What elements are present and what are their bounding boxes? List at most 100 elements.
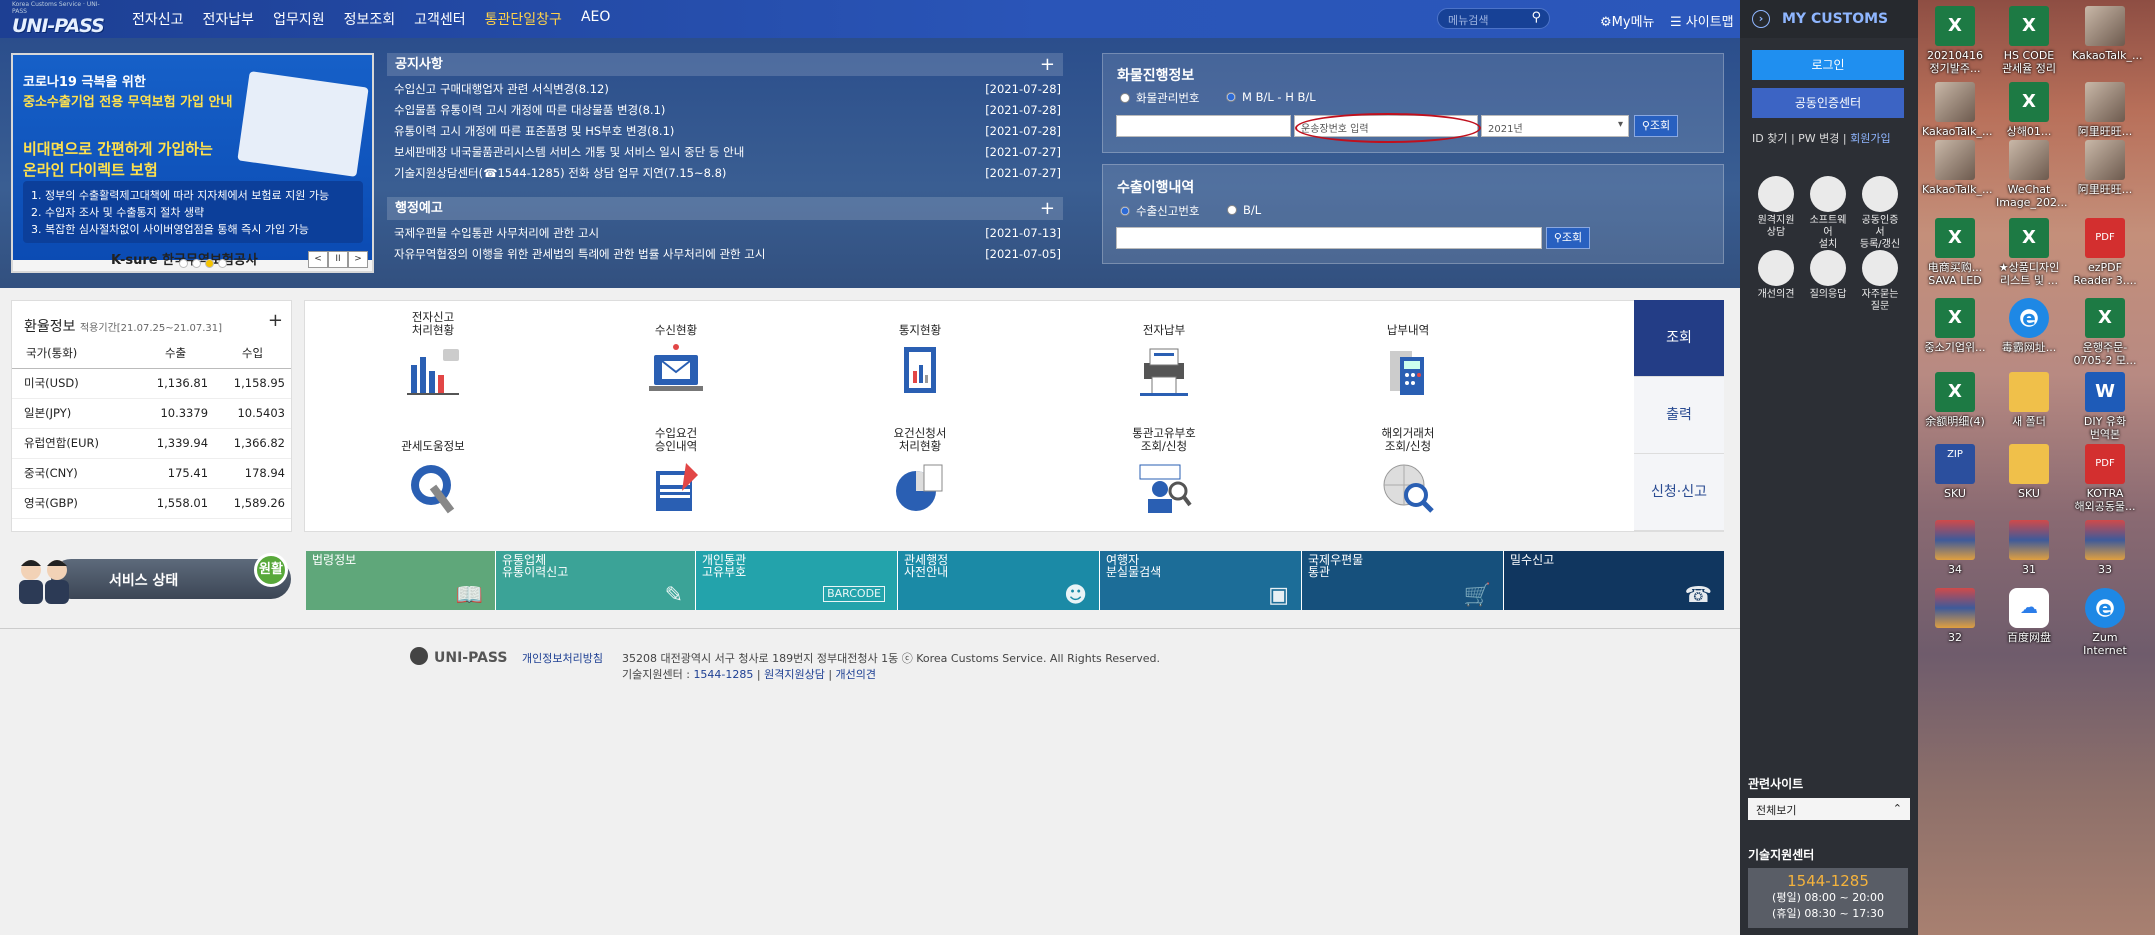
service-overseas-partner[interactable]: 해외거래처 조회/신청 [1338, 425, 1478, 517]
qna-shortcut[interactable]: 질의응답 [1806, 250, 1850, 301]
cert-register-shortcut[interactable]: 공동인증서 등록/갱신 [1858, 176, 1902, 251]
desktop-icon-excel[interactable]: X 电商买购... SAVA LED [1922, 218, 1988, 287]
pager-dot[interactable] [179, 259, 188, 268]
desktop-icon-photo[interactable]: KakaoTalk_... [1922, 82, 1992, 138]
notice-item[interactable]: 수입물품 유통이력 고시 개정에 따른 대상물품 변경(8.1) [2021-07… [387, 100, 1063, 121]
quick-link-distribution[interactable]: 유통업체 유통이력신고 ✎ [496, 551, 696, 610]
quick-link-postal[interactable]: 국제우편물 통관 🛒 [1302, 551, 1504, 610]
quick-link-personal-code[interactable]: 개인통관 고유부호 BARCODE [696, 551, 898, 610]
cargo-search-button[interactable]: ⚲조회 [1634, 115, 1678, 137]
desktop-icon-photo[interactable]: KakaoTalk_... [2072, 6, 2142, 62]
menu-item[interactable]: 고객센터 [414, 9, 466, 29]
exchange-more-button[interactable]: + [268, 310, 283, 331]
menu-search-input[interactable]: 메뉴검색 ⚲ [1437, 8, 1550, 29]
tab-apply[interactable]: 신청·신고 [1634, 454, 1724, 531]
desktop-icon-excel[interactable]: X 20210416 정기발주... [1922, 6, 1988, 75]
help-phone[interactable]: 1544-1285 [693, 668, 753, 681]
desktop-icon-thumb[interactable]: 34 [1922, 520, 1988, 576]
privacy-link[interactable]: 개인정보처리방침 [522, 650, 603, 666]
notice-more-button[interactable]: + [1040, 53, 1055, 76]
join-link[interactable]: 회원가입 [1850, 132, 1890, 145]
desktop-icon-thumb[interactable]: 33 [2072, 520, 2138, 576]
radio-bl[interactable]: M B/L - H B/L [1226, 90, 1316, 104]
radio-export-number[interactable]: 수출신고번호 [1120, 203, 1199, 219]
menu-item[interactable]: 업무지원 [273, 9, 325, 29]
my-customs-header[interactable]: › MY CUSTOMS [1740, 0, 1918, 38]
cert-center-button[interactable]: 공동인증센터 [1752, 88, 1904, 118]
login-button[interactable]: 로그인 [1752, 50, 1904, 80]
tab-inquiry[interactable]: 조회 [1634, 300, 1724, 377]
find-id-link[interactable]: ID 찾기 [1752, 132, 1787, 145]
desktop-icon-thumb[interactable]: 32 [1922, 588, 1988, 644]
desktop-icon-baidu[interactable]: ☁ 百度网盘 [1996, 588, 2062, 644]
desktop-icon-photo[interactable]: WeChat Image_202... [1996, 140, 2067, 209]
service-customs-code[interactable]: 통관고유부호 조회/신청 [1094, 425, 1234, 517]
quick-link-law[interactable]: 법령정보 📖 [306, 551, 496, 610]
notice-item[interactable]: 보세판매장 내국물품관리시스템 서비스 개통 및 서비스 일시 중단 등 안내 [… [387, 142, 1063, 163]
remote-support-shortcut[interactable]: 원격지원 상담 [1754, 176, 1798, 239]
desktop-icon-pdf[interactable]: PDF ezPDF Reader 3.... [2072, 218, 2138, 287]
desktop-icon-word[interactable]: W DIY 유화 번역본 [2072, 372, 2138, 441]
menu-item[interactable]: AEO [581, 9, 610, 29]
service-payment-history[interactable]: 납부내역 [1338, 309, 1478, 401]
pager-dot[interactable] [218, 259, 227, 268]
menu-item-single-window[interactable]: 통관단일창구 [485, 9, 562, 29]
pager-dot-active[interactable] [205, 259, 214, 268]
desktop-icon-pdf[interactable]: PDF KOTRA 해외공동물... [2072, 444, 2138, 513]
desktop-icon-excel[interactable]: X 운행주문- 0705-2 모... [2072, 298, 2138, 367]
admin-item[interactable]: 자유무역협정의 이행을 위한 관세법의 특례에 관한 법률 사무처리에 관한 고… [387, 244, 1063, 265]
suggestion-shortcut[interactable]: 개선의견 [1754, 250, 1798, 301]
desktop-icon-folder[interactable]: 새 폴더 [1996, 372, 2062, 428]
quick-link-advance-notice[interactable]: 관세행정 사전안내 ☻ [898, 551, 1100, 610]
service-edeclare-status[interactable]: 전자신고 처리현황 [363, 309, 503, 401]
faq-shortcut[interactable]: 자주묻는 질문 [1858, 250, 1902, 313]
related-sites-select[interactable]: 전체보기 ⌃ [1748, 798, 1910, 820]
quick-link-lost-items[interactable]: 여행자 분실물검색 ▣ [1100, 551, 1302, 610]
mbl-input[interactable] [1116, 115, 1291, 137]
service-receive-status[interactable]: 수신현황 [606, 309, 746, 401]
search-icon[interactable]: ⚲ [1531, 10, 1541, 25]
service-requirement-status[interactable]: 요건신청서 처리현황 [850, 425, 990, 517]
prev-button[interactable]: < [308, 251, 328, 268]
software-install-shortcut[interactable]: 소프트웨어 설치 [1806, 176, 1850, 251]
notice-item[interactable]: 기술지원상담센터(☎1544-1285) 전화 상담 업무 지연(7.15~8.… [387, 163, 1063, 184]
desktop-icon-zip[interactable]: ZIP SKU [1922, 444, 1988, 500]
desktop-icon-photo[interactable]: KakaoTalk_... [1922, 140, 1992, 196]
desktop-icon-excel[interactable]: X 余额明细(4) [1922, 372, 1988, 428]
promo-banner[interactable]: 코로나19 극복을 위한 중소수출기업 전용 무역보험 가입 안내 비대면으로 … [11, 53, 374, 273]
menu-item[interactable]: 정보조회 [344, 9, 396, 29]
desktop-icon-photo[interactable]: 阿里旺旺... [2072, 82, 2138, 138]
radio-cargo-number[interactable]: 화물관리번호 [1120, 90, 1199, 106]
my-menu-link[interactable]: ⚙My메뉴 [1600, 11, 1655, 30]
desktop-icon-ie[interactable]: e Zum Internet [2072, 588, 2138, 657]
desktop-icon-excel[interactable]: X 중소기업위... [1922, 298, 1988, 354]
year-select[interactable]: 2021년 ▾ [1481, 115, 1629, 137]
tab-print[interactable]: 출력 [1634, 377, 1724, 454]
pager-dot[interactable] [192, 259, 201, 268]
pause-button[interactable]: II [328, 251, 348, 268]
uni-pass-logo[interactable]: Korea Customs Service · UNI-PASS UNI-PAS… [12, 1, 105, 37]
desktop-icon-folder[interactable]: SKU [1996, 444, 2062, 500]
desktop-icon-photo[interactable]: 阿里旺旺... [2072, 140, 2138, 196]
service-epayment[interactable]: 전자납부 [1094, 309, 1234, 401]
desktop-icon-thumb[interactable]: 31 [1996, 520, 2062, 576]
radio-export-bl[interactable]: B/L [1227, 203, 1261, 217]
desktop-icon-excel[interactable]: X HS CODE 관세율 정리 [1996, 6, 2062, 75]
notice-item[interactable]: 유통이력 고시 개정에 따른 표준품명 및 HS부호 변경(8.1) [2021-… [387, 121, 1063, 142]
menu-item[interactable]: 전자신고 [132, 9, 184, 29]
desktop-icon-excel[interactable]: X ★상품디자인 리스트 및 ... [1996, 218, 2062, 287]
desktop-icon-excel[interactable]: X 상해01... [1996, 82, 2062, 138]
service-notice-status[interactable]: 통지현황 [850, 309, 990, 401]
notice-item[interactable]: 수입신고 구매대행업자 관련 서식변경(8.12) [2021-07-28] [387, 79, 1063, 100]
next-button[interactable]: > [348, 251, 368, 268]
remote-support-link[interactable]: 원격지원상담 [764, 668, 825, 681]
admin-item[interactable]: 국제우편물 수입통관 사무처리에 관한 고시 [2021-07-13] [387, 223, 1063, 244]
service-tax-help[interactable]: 관세도움정보 [363, 425, 503, 517]
desktop-icon-ie[interactable]: e 毒霸网址... [1996, 298, 2062, 354]
service-import-approval[interactable]: 수입요건 승인내역 [606, 425, 746, 517]
change-pw-link[interactable]: PW 변경 [1798, 132, 1839, 145]
suggestion-link[interactable]: 개선의견 [836, 668, 876, 681]
menu-item[interactable]: 전자납부 [203, 9, 255, 29]
sitemap-link[interactable]: ☰ 사이트맵 [1670, 11, 1734, 30]
quick-link-smuggling[interactable]: 밀수신고 ☎ [1504, 551, 1724, 610]
